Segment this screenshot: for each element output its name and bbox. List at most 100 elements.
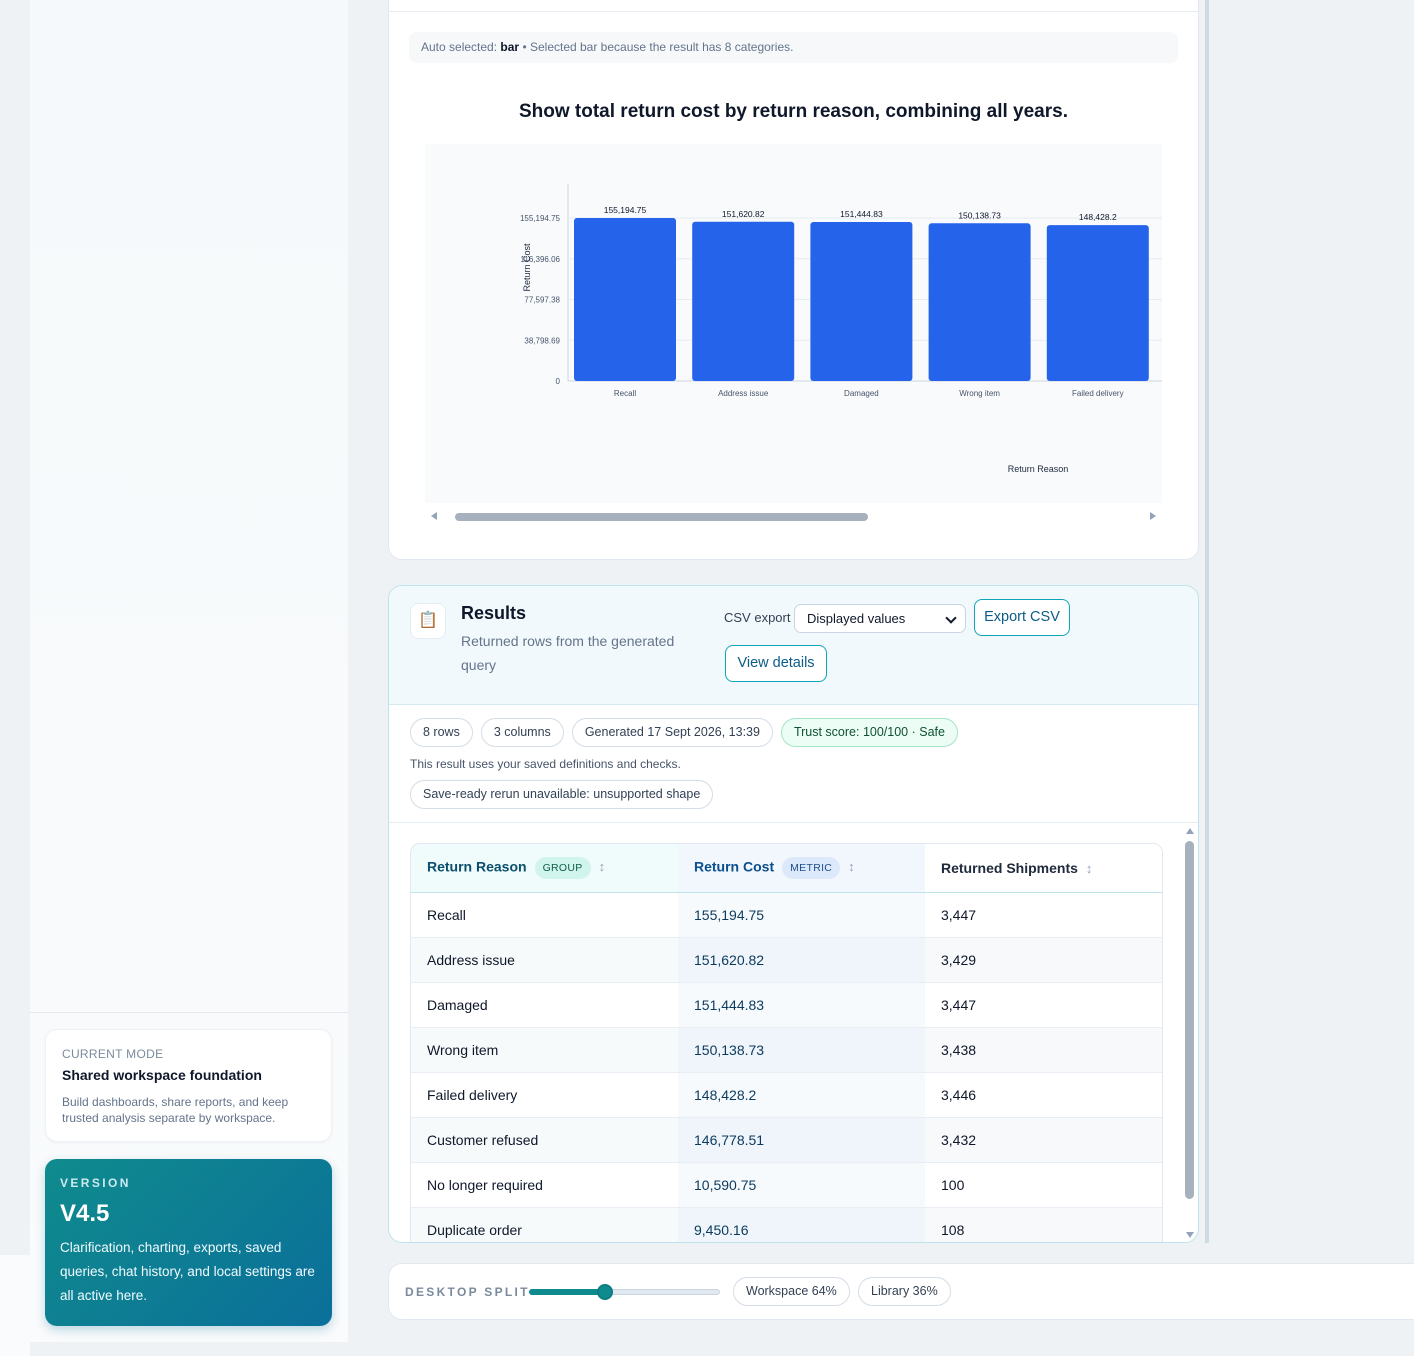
bar: [1046, 225, 1149, 381]
table-vertical-scrollbar[interactable]: [1183, 826, 1197, 1240]
auto-selected-prefix: Auto selected:: [421, 40, 498, 54]
scroll-right-icon[interactable]: [1150, 512, 1156, 520]
bar: [810, 221, 913, 381]
table-row[interactable]: Duplicate order 9,450.16 108: [411, 1207, 1162, 1242]
chart-title: Show total return cost by return reason,…: [518, 101, 1068, 122]
mode-description: Build dashboards, share reports, and kee…: [62, 1095, 289, 1125]
version-card: VERSION V4.5 Clarification, charting, ex…: [45, 1159, 332, 1326]
cell-return-reason: Customer refused: [411, 1117, 678, 1163]
column-header-return-cost[interactable]: Return Cost METRIC ↕: [678, 844, 925, 893]
bar: [928, 223, 1031, 381]
split-slider-handle[interactable]: [597, 1284, 614, 1300]
export-csv-button[interactable]: Export CSV: [974, 599, 1070, 636]
desktop-split-bar: DESKTOP SPLIT Workspace 64% Library 36%: [388, 1263, 1414, 1320]
chart-scroll-thumb[interactable]: [455, 513, 868, 521]
cell-return-reason: Damaged: [411, 982, 678, 1028]
cell-returned-shipments: 3,432: [925, 1117, 1162, 1163]
scroll-up-icon[interactable]: [1186, 828, 1194, 834]
y-tick-label: 77,597.38: [524, 296, 560, 305]
cell-return-reason: No longer required: [411, 1162, 678, 1208]
bar-value-label: 151,620.82: [722, 209, 765, 219]
bar-value-label: 151,444.83: [840, 209, 883, 219]
cell-returned-shipments: 3,447: [925, 892, 1162, 938]
table-header-row: Return Reason GROUP ↕ Return Cost METRIC ↕ R…: [411, 844, 1162, 893]
metric-tag: METRIC: [782, 856, 841, 879]
table-row[interactable]: No longer required 10,590.75 100: [411, 1162, 1162, 1208]
x-tick-label: Recall: [614, 389, 636, 398]
cell-return-reason: Address issue: [411, 937, 678, 983]
column-header-label: Return Cost: [694, 858, 775, 875]
window-edge: [0, 1255, 30, 1356]
cell-return-cost: 150,138.73: [678, 1027, 925, 1073]
mode-eyebrow: CURRENT MODE: [62, 1047, 164, 1061]
bar-value-label: 150,138.73: [958, 210, 1001, 220]
chart-horizontal-scrollbar[interactable]: [425, 509, 1162, 525]
sidebar-divider: [30, 1012, 348, 1013]
cell-return-cost: 9,450.16: [678, 1207, 925, 1242]
bar-value-label: 155,194.75: [604, 205, 647, 215]
desktop-split-label: DESKTOP SPLIT: [405, 1285, 530, 1299]
x-tick-label: Wrong item: [959, 389, 1000, 398]
version-eyebrow: VERSION: [60, 1176, 131, 1190]
column-header-return-reason[interactable]: Return Reason GROUP ↕: [411, 844, 678, 893]
csv-export-selected: Displayed values: [807, 611, 906, 626]
y-tick-label: 38,798.69: [524, 336, 560, 345]
cell-returned-shipments: 3,429: [925, 937, 1162, 983]
x-axis-label: Return Reason: [1008, 464, 1069, 474]
cell-returned-shipments: 100: [925, 1162, 1162, 1208]
results-table-container: Return Reason GROUP ↕ Return Cost METRIC ↕ R…: [410, 843, 1163, 1242]
generated-time-pill: Generated 17 Sept 2026, 13:39: [571, 718, 773, 747]
sort-icon[interactable]: ↕: [848, 859, 855, 874]
table-row[interactable]: Wrong item 150,138.73 3,438: [411, 1027, 1162, 1073]
cell-return-reason: Failed delivery: [411, 1072, 678, 1118]
library-percent-pill: Library 36%: [858, 1277, 951, 1306]
results-table: Return Reason GROUP ↕ Return Cost METRIC ↕ R…: [411, 844, 1162, 1242]
cell-return-reason: Recall: [411, 892, 678, 938]
mode-title: Shared workspace foundation: [62, 1067, 262, 1083]
x-tick-label: Address issue: [718, 389, 769, 398]
split-slider-fill: [529, 1289, 606, 1295]
y-axis-label: Return Cost: [522, 243, 532, 292]
cell-returned-shipments: 3,447: [925, 982, 1162, 1028]
cell-return-cost: 155,194.75: [678, 892, 925, 938]
cell-return-reason: Wrong item: [411, 1027, 678, 1073]
results-divider: [389, 822, 1198, 823]
split-slider[interactable]: [529, 1284, 720, 1300]
cell-return-cost: 146,778.51: [678, 1117, 925, 1163]
version-number: V4.5: [60, 1200, 110, 1227]
view-details-button[interactable]: View details: [725, 645, 827, 682]
sort-icon[interactable]: ↕: [1086, 861, 1093, 876]
table-scroll-thumb[interactable]: [1185, 841, 1194, 1199]
auto-selected-reason: • Selected bar because the result has 8 …: [522, 40, 794, 54]
columns-count-pill: 3 columns: [480, 718, 564, 747]
sort-icon[interactable]: ↕: [599, 859, 606, 874]
scroll-down-icon[interactable]: [1186, 1232, 1194, 1238]
results-header: 📋 Results Returned rows from the generat…: [389, 586, 1198, 705]
chart-card-divider: [389, 11, 1198, 12]
column-header-returned-shipments[interactable]: Returned Shipments ↕: [925, 844, 1162, 893]
trust-score-pill: Trust score: 100/100 · Safe: [780, 718, 958, 747]
chevron-down-icon: [945, 612, 957, 624]
group-tag: GROUP: [534, 856, 591, 879]
table-row[interactable]: Customer refused 146,778.51 3,432: [411, 1117, 1162, 1163]
clipboard-icon: 📋: [410, 603, 446, 639]
scroll-left-icon[interactable]: [431, 512, 437, 520]
x-tick-label: Damaged: [844, 389, 879, 398]
bar: [692, 221, 795, 381]
cell-return-reason: Duplicate order: [411, 1207, 678, 1242]
column-header-label: Return Reason: [427, 858, 527, 875]
column-header-label: Returned Shipments: [941, 859, 1078, 876]
table-row[interactable]: Recall 155,194.75 3,447: [411, 892, 1162, 938]
auto-selected-type: bar: [500, 40, 520, 54]
table-row[interactable]: Address issue 151,620.82 3,429: [411, 937, 1162, 983]
cell-returned-shipments: 3,438: [925, 1027, 1162, 1073]
table-row[interactable]: Failed delivery 148,428.2 3,446: [411, 1072, 1162, 1118]
table-row[interactable]: Damaged 151,444.83 3,447: [411, 982, 1162, 1028]
cell-return-cost: 151,444.83: [678, 982, 925, 1028]
results-card: 📋 Results Returned rows from the generat…: [388, 585, 1199, 1243]
cell-returned-shipments: 3,446: [925, 1072, 1162, 1118]
current-mode-card: CURRENT MODE Shared workspace foundation…: [45, 1029, 332, 1142]
bar-value-label: 148,428.2: [1079, 212, 1117, 222]
csv-export-select[interactable]: Displayed values: [794, 604, 966, 633]
result-meta-pills: 8 rows 3 columns Generated 17 Sept 2026,…: [410, 718, 958, 747]
